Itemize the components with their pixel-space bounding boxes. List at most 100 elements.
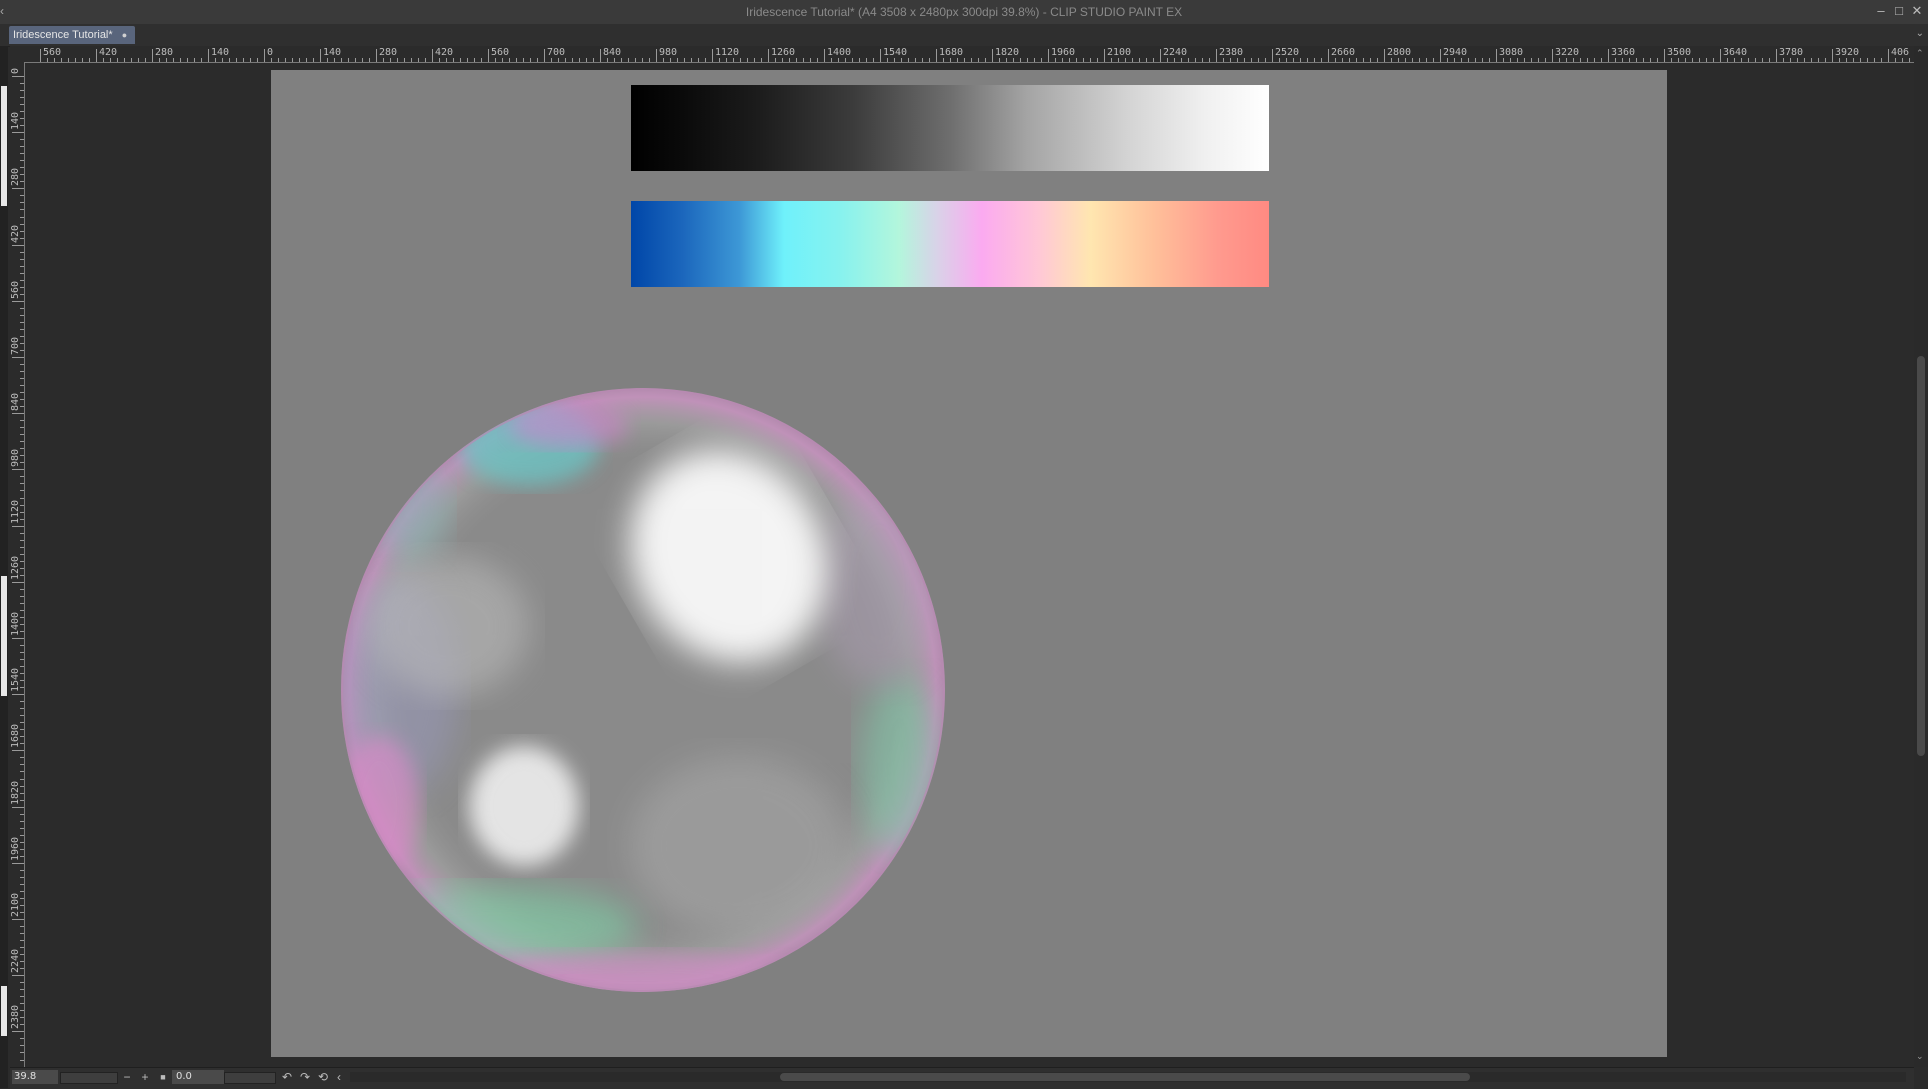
ruler-major-tick: [1160, 49, 1161, 62]
zoom-out-button[interactable]: −: [120, 1070, 134, 1084]
ruler-minor-tick: [467, 58, 468, 62]
ruler-minor-tick: [1482, 58, 1483, 62]
ruler-minor-tick: [1566, 58, 1567, 62]
ruler-minor-tick: [1132, 58, 1133, 62]
ruler-minor-tick: [1321, 58, 1322, 62]
ruler-minor-tick: [257, 58, 258, 62]
ruler-minor-tick: [565, 58, 566, 62]
ruler-label: 1400: [10, 612, 21, 636]
ruler-minor-tick: [20, 420, 24, 421]
ruler-minor-tick: [131, 58, 132, 62]
panel-handle[interactable]: [1, 986, 7, 1036]
ruler-minor-tick: [1853, 58, 1854, 62]
ruler-minor-tick: [1202, 58, 1203, 62]
ruler-major-tick: [1720, 49, 1721, 62]
ruler-minor-tick: [922, 58, 923, 62]
ruler-minor-tick: [1405, 58, 1406, 62]
ruler-minor-tick: [20, 322, 24, 323]
ruler-label: 1120: [715, 47, 739, 58]
close-icon[interactable]: ✕: [1908, 2, 1926, 20]
ruler-minor-tick: [1468, 58, 1469, 62]
ruler-minor-tick: [1076, 58, 1077, 62]
horizontal-scroll-thumb[interactable]: [780, 1073, 1470, 1081]
ruler-minor-tick: [1769, 58, 1770, 62]
ruler-minor-tick: [1783, 58, 1784, 62]
canvas[interactable]: [271, 70, 1667, 1057]
panel-handle[interactable]: [1, 576, 7, 696]
ruler-minor-tick: [1531, 58, 1532, 62]
vertical-scrollbar[interactable]: ⌃ ⌄: [1914, 46, 1928, 1067]
ruler-label: 2380: [10, 1005, 21, 1029]
ruler-minor-tick: [341, 58, 342, 62]
ruler-minor-tick: [1279, 58, 1280, 62]
zoom-input[interactable]: 39.8: [12, 1070, 58, 1084]
horizontal-scrollbar[interactable]: [350, 1072, 1906, 1082]
ruler-minor-tick: [173, 58, 174, 62]
ruler-major-tick: [12, 357, 24, 358]
reset-rotation-icon[interactable]: ⟲: [316, 1070, 330, 1084]
ruler-major-tick: [600, 49, 601, 62]
ruler-minor-tick: [20, 764, 24, 765]
ruler-minor-tick: [166, 58, 167, 62]
ruler-label: 0: [267, 47, 273, 58]
rotate-left-icon[interactable]: ↶: [280, 1070, 294, 1084]
zoom-in-button[interactable]: +: [138, 1070, 152, 1084]
scroll-up-icon[interactable]: ⌃: [1916, 48, 1924, 59]
vertical-scroll-thumb[interactable]: [1917, 356, 1925, 756]
ruler-minor-tick: [103, 58, 104, 62]
rotation-slider[interactable]: [224, 1072, 276, 1084]
ruler-major-tick: [1608, 49, 1609, 62]
maximize-icon[interactable]: □: [1890, 2, 1908, 20]
tab-iridescence-tutorial[interactable]: Iridescence Tutorial* ●: [9, 26, 135, 44]
ruler-minor-tick: [20, 540, 24, 541]
ruler-minor-tick: [222, 58, 223, 62]
panel-handle[interactable]: [1, 86, 7, 206]
ruler-minor-tick: [1573, 58, 1574, 62]
ruler-minor-tick: [20, 989, 24, 990]
rotation-angle-input[interactable]: 0.0: [172, 1070, 224, 1084]
ruler-minor-tick: [999, 58, 1000, 62]
close-tab-icon[interactable]: ●: [122, 30, 127, 40]
chevron-down-icon[interactable]: ⌄: [1916, 28, 1924, 39]
ruler-minor-tick: [1461, 58, 1462, 62]
ruler-minor-tick: [20, 160, 24, 161]
ruler-horizontal[interactable]: 5604202801400140280420560700840980112012…: [10, 46, 1914, 63]
canvas-workspace[interactable]: [25, 63, 1913, 1067]
ruler-minor-tick: [978, 58, 979, 62]
zoom-slider[interactable]: [60, 1072, 118, 1084]
minimize-icon[interactable]: –: [1872, 2, 1890, 20]
ruler-major-tick: [544, 49, 545, 62]
ruler-major-tick: [152, 49, 153, 62]
chevron-left-icon[interactable]: ‹: [332, 1070, 346, 1084]
ruler-minor-tick: [20, 490, 24, 491]
ruler-vertical[interactable]: 0140280420560700840980112012601400154016…: [10, 62, 25, 1067]
ruler-major-tick: [1440, 49, 1441, 62]
ruler-minor-tick: [1223, 58, 1224, 62]
ruler-minor-tick: [1734, 58, 1735, 62]
ruler-minor-tick: [1307, 58, 1308, 62]
ruler-minor-tick: [831, 58, 832, 62]
ruler-minor-tick: [110, 58, 111, 62]
ruler-minor-tick: [20, 814, 24, 815]
scroll-down-icon[interactable]: ⌄: [1916, 1051, 1924, 1062]
ruler-label: 560: [43, 47, 61, 58]
ruler-minor-tick: [803, 58, 804, 62]
ruler-minor-tick: [1412, 58, 1413, 62]
ruler-label: 280: [155, 47, 173, 58]
ruler-minor-tick: [726, 58, 727, 62]
ruler-minor-tick: [1755, 58, 1756, 62]
ruler-minor-tick: [1363, 58, 1364, 62]
ruler-label: 2240: [10, 949, 21, 973]
ruler-minor-tick: [20, 554, 24, 555]
ruler-minor-tick: [1265, 58, 1266, 62]
ruler-minor-tick: [887, 58, 888, 62]
rotate-right-icon[interactable]: ↷: [298, 1070, 312, 1084]
ruler-minor-tick: [1902, 58, 1903, 62]
ruler-minor-tick: [908, 58, 909, 62]
fit-to-window-button[interactable]: ■: [156, 1070, 170, 1084]
ruler-minor-tick: [20, 104, 24, 105]
ruler-minor-tick: [313, 58, 314, 62]
ruler-major-tick: [320, 49, 321, 62]
ruler-minor-tick: [1118, 58, 1119, 62]
ruler-major-tick: [12, 526, 24, 527]
